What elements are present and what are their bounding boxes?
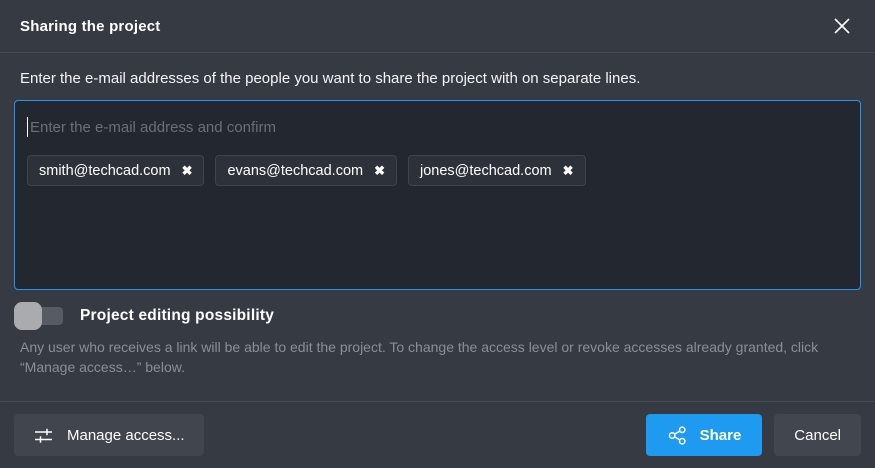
- share-icon: [667, 425, 688, 446]
- cancel-button-label: Cancel: [794, 427, 841, 444]
- help-text: Any user who receives a link will be abl…: [20, 337, 855, 377]
- close-button[interactable]: [829, 13, 855, 39]
- email-chip: smith@techcad.com ✖: [27, 155, 204, 186]
- email-chip: evans@techcad.com ✖: [215, 155, 397, 186]
- cancel-button[interactable]: Cancel: [774, 414, 861, 456]
- email-chip-text: evans@techcad.com: [227, 163, 363, 179]
- dialog-footer: Manage access... Share Cancel: [0, 401, 875, 468]
- share-button[interactable]: Share: [646, 414, 763, 456]
- editing-toggle-label: Project editing possibility: [80, 307, 274, 325]
- dialog-content: Enter the e-mail addresses of the people…: [0, 53, 875, 401]
- share-button-label: Share: [700, 427, 742, 444]
- email-input-line: Enter the e-mail address and confirm: [27, 113, 848, 141]
- editing-toggle-row: Project editing possibility: [14, 302, 861, 330]
- close-icon: [833, 17, 851, 35]
- instruction-text: Enter the e-mail addresses of the people…: [20, 70, 855, 87]
- email-chip-text: jones@techcad.com: [420, 163, 552, 179]
- manage-access-label: Manage access...: [67, 427, 185, 444]
- sliders-icon: [33, 425, 54, 446]
- manage-access-button[interactable]: Manage access...: [14, 414, 204, 456]
- toggle-knob: [14, 302, 42, 330]
- email-chip-row: smith@techcad.com ✖ evans@techcad.com ✖ …: [27, 155, 848, 186]
- text-caret: [27, 117, 28, 137]
- email-chip: jones@techcad.com ✖: [408, 155, 586, 186]
- remove-email-icon[interactable]: ✖: [182, 164, 193, 177]
- remove-email-icon[interactable]: ✖: [374, 164, 385, 177]
- dialog-title: Sharing the project: [20, 18, 161, 35]
- editing-toggle[interactable]: [14, 302, 64, 330]
- email-input-area[interactable]: Enter the e-mail address and confirm smi…: [14, 100, 861, 290]
- email-input-placeholder: Enter the e-mail address and confirm: [30, 119, 276, 136]
- dialog-header: Sharing the project: [0, 0, 875, 53]
- remove-email-icon[interactable]: ✖: [563, 164, 574, 177]
- email-chip-text: smith@techcad.com: [39, 163, 171, 179]
